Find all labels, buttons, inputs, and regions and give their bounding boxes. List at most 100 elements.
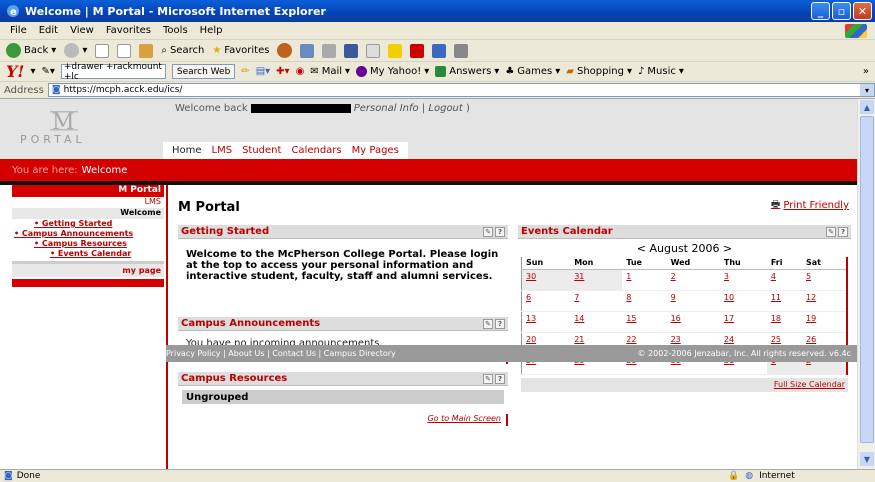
menu-file[interactable]: File bbox=[10, 25, 27, 36]
calendar-day[interactable]: 30 bbox=[521, 269, 571, 291]
scroll-up-icon[interactable]: ▲ bbox=[860, 100, 874, 114]
help-icon[interactable]: ? bbox=[838, 226, 848, 237]
sidebar-item-campus-resources[interactable]: • Campus Resources bbox=[12, 239, 164, 249]
calendar-day[interactable]: 11 bbox=[766, 290, 802, 312]
menu-favorites[interactable]: Favorites bbox=[106, 25, 151, 36]
stop-icon[interactable] bbox=[95, 43, 110, 58]
calendar-day[interactable]: 18 bbox=[766, 311, 802, 333]
calendar-day[interactable]: 15 bbox=[622, 311, 667, 333]
tools-icon[interactable] bbox=[454, 43, 469, 58]
address-dropdown-icon[interactable]: ▾ bbox=[860, 84, 874, 96]
day-header: Thu bbox=[719, 257, 767, 270]
tab-my-pages[interactable]: My Pages bbox=[347, 145, 404, 156]
portal-logo[interactable]: M PORTAL bbox=[12, 107, 142, 152]
tab-student[interactable]: Student bbox=[237, 145, 286, 156]
menu-help[interactable]: Help bbox=[200, 25, 223, 36]
shortcuts-icon[interactable]: ▤▾ bbox=[256, 66, 270, 77]
sidebar-item-welcome[interactable]: Welcome bbox=[12, 208, 164, 219]
help-icon[interactable]: ? bbox=[495, 226, 505, 237]
pencil-icon[interactable]: ✎▾ bbox=[41, 66, 54, 77]
edit-icon[interactable] bbox=[366, 43, 381, 58]
plus-icon[interactable]: ✚▾ bbox=[276, 66, 289, 77]
edit-icon[interactable]: ✎ bbox=[483, 318, 493, 329]
sidebar-item-lms[interactable]: LMS bbox=[12, 197, 164, 208]
calendar-day[interactable]: 10 bbox=[719, 290, 767, 312]
search-button[interactable]: ⌕ Search bbox=[161, 45, 204, 56]
menu-edit[interactable]: Edit bbox=[39, 25, 58, 36]
print-icon[interactable] bbox=[344, 43, 359, 58]
yahoo-mail-button[interactable]: ✉ Mail ▾ bbox=[310, 66, 350, 77]
calendar-day[interactable]: 5 bbox=[801, 269, 847, 291]
yahoo-search-input[interactable]: +drawer +rackmount +lc bbox=[60, 62, 166, 82]
calendar-day[interactable]: 4 bbox=[766, 269, 802, 291]
calendar-day[interactable]: 14 bbox=[570, 311, 623, 333]
search-web-button[interactable]: Search Web bbox=[171, 64, 236, 79]
calendar-day[interactable]: 17 bbox=[719, 311, 767, 333]
tab-home[interactable]: Home bbox=[167, 145, 207, 156]
sidebar-item-getting-started[interactable]: • Getting Started bbox=[12, 219, 164, 229]
media-icon[interactable] bbox=[277, 43, 293, 58]
calendar-day[interactable]: 19 bbox=[801, 311, 847, 333]
calendar-day[interactable]: 13 bbox=[521, 311, 571, 333]
help-icon[interactable]: ? bbox=[495, 318, 505, 329]
music-button[interactable]: ♪ Music ▾ bbox=[638, 66, 684, 77]
back-button[interactable]: Back ▾ bbox=[6, 43, 56, 58]
refresh-icon[interactable] bbox=[117, 43, 132, 58]
calendar-day[interactable]: 8 bbox=[622, 290, 667, 312]
calendar-day[interactable]: 7 bbox=[570, 290, 623, 312]
calendar-month-nav[interactable]: < August 2006 > bbox=[518, 239, 851, 257]
edit-icon[interactable]: ✎ bbox=[826, 226, 836, 237]
scroll-thumb[interactable] bbox=[860, 116, 874, 443]
calendar-day[interactable]: 6 bbox=[521, 290, 571, 312]
sidebar-item-campus-announcements[interactable]: • Campus Announcements bbox=[12, 229, 164, 239]
calendar-day[interactable]: 12 bbox=[801, 290, 847, 312]
yahoo-logo-icon[interactable]: Y! bbox=[6, 62, 24, 81]
shopping-button[interactable]: ▰ Shopping ▾ bbox=[566, 66, 632, 77]
my-yahoo-button[interactable]: My Yahoo! ▾ bbox=[356, 66, 429, 77]
minimize-button[interactable]: _ bbox=[811, 2, 830, 20]
discuss-icon[interactable] bbox=[388, 43, 403, 58]
vertical-scrollbar[interactable]: ▲ ▼ bbox=[857, 99, 875, 469]
yahoo-menu-icon[interactable]: ▾ bbox=[30, 66, 35, 77]
maximize-button[interactable]: ▫ bbox=[832, 2, 851, 20]
go-to-main-screen-link[interactable]: Go to Main Screen bbox=[178, 414, 508, 426]
toolbar-overflow-icon[interactable]: » bbox=[863, 66, 869, 77]
close-button[interactable]: ✕ bbox=[853, 2, 872, 20]
calendar-day[interactable]: 31 bbox=[570, 269, 623, 291]
zone-label: Internet bbox=[759, 471, 795, 481]
help-icon[interactable]: ? bbox=[495, 373, 505, 384]
sidebar-title: M Portal bbox=[12, 185, 164, 197]
calendar-day[interactable]: 9 bbox=[666, 290, 720, 312]
scroll-down-icon[interactable]: ▼ bbox=[860, 452, 874, 466]
print-friendly-link[interactable]: 🖶 Print Friendly bbox=[771, 197, 849, 214]
highlight-icon[interactable]: ✏ bbox=[241, 66, 249, 77]
forward-button[interactable]: ▾ bbox=[64, 43, 87, 58]
personal-info-link[interactable]: Personal Info bbox=[354, 103, 419, 114]
favorites-button[interactable]: ★ Favorites bbox=[212, 45, 269, 56]
logout-link[interactable]: Logout bbox=[428, 103, 462, 114]
games-button[interactable]: ♣ Games ▾ bbox=[505, 66, 560, 77]
footer-links[interactable]: Privacy Policy | About Us | Contact Us |… bbox=[166, 349, 396, 358]
messenger-icon[interactable] bbox=[432, 43, 447, 58]
full-size-calendar-link[interactable]: Full Size Calendar bbox=[521, 377, 848, 392]
edit-icon[interactable]: ✎ bbox=[483, 373, 493, 384]
address-input[interactable]: ◙ https://mcph.acck.edu/ics/ ▾ bbox=[47, 83, 875, 97]
menu-view[interactable]: View bbox=[70, 25, 94, 36]
sidebar-item-events-calendar[interactable]: • Events Calendar bbox=[12, 249, 164, 259]
calendar-day[interactable]: 3 bbox=[719, 269, 767, 291]
sidebar-item-my-page[interactable]: my page bbox=[12, 264, 164, 277]
calendar-day[interactable]: 2 bbox=[666, 269, 720, 291]
antispy-icon[interactable]: ◉ bbox=[296, 66, 305, 77]
tab-calendars[interactable]: Calendars bbox=[286, 145, 346, 156]
calendar-day[interactable]: 1 bbox=[622, 269, 667, 291]
forward-arrow-icon bbox=[64, 43, 80, 58]
yahoo-toolbar-icon[interactable] bbox=[410, 43, 425, 58]
tab-lms[interactable]: LMS bbox=[207, 145, 238, 156]
home-icon[interactable] bbox=[139, 43, 154, 58]
menu-tools[interactable]: Tools bbox=[163, 25, 188, 36]
edit-icon[interactable]: ✎ bbox=[483, 226, 493, 237]
history-icon[interactable] bbox=[300, 43, 315, 58]
answers-button[interactable]: Answers ▾ bbox=[435, 66, 499, 77]
calendar-day[interactable]: 16 bbox=[666, 311, 720, 333]
mail-icon[interactable] bbox=[322, 43, 337, 58]
